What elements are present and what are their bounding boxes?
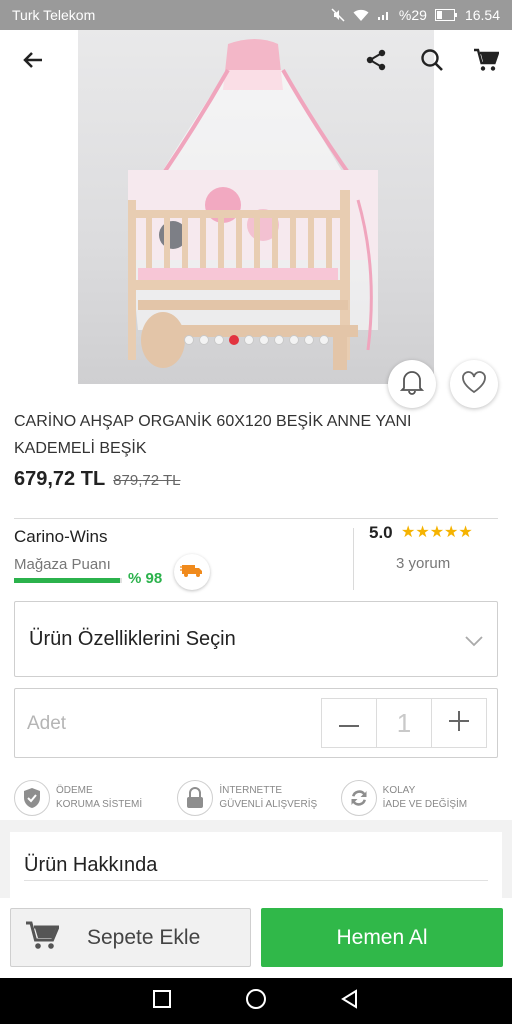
gallery-dot[interactable] [318, 335, 329, 345]
guarantee-easy-return: KOLAY İADE VE DEĞİŞİM [340, 780, 504, 816]
store-score-fill [14, 578, 120, 583]
gallery-dot[interactable] [183, 335, 194, 345]
lock-icon [177, 780, 214, 816]
truck-icon [180, 562, 204, 583]
arrow-left-icon [22, 49, 44, 76]
gallery-dot[interactable] [228, 335, 239, 345]
star-rating-icon: ★★★★★ [401, 524, 473, 541]
back-nav-button[interactable] [338, 988, 362, 1014]
share-button[interactable] [358, 44, 394, 80]
chevron-down-icon [465, 630, 483, 653]
product-title: CARİNO AHŞAP ORGANİK 60X120 BEŞİK ANNE Y… [14, 413, 412, 457]
gallery-dot[interactable] [198, 335, 209, 345]
guarantee-text: KOLAY İADE VE DEĞİŞİM [382, 785, 468, 810]
divider [24, 880, 488, 881]
signal-icon [377, 9, 391, 21]
battery-icon [434, 9, 457, 21]
current-price: 679,72 TL [14, 468, 106, 490]
gallery-dot[interactable] [258, 335, 269, 345]
product-options-select[interactable]: Ürün Özelliklerini Seçin [14, 601, 498, 677]
about-product-section[interactable]: Ürün Hakkında [10, 832, 502, 906]
vertical-divider [353, 528, 354, 590]
product-detail-screen: Turk Telekom %29 16.54 CARİNO AHŞAP ORGA… [0, 0, 512, 1024]
mute-icon [331, 8, 345, 22]
rating-value: 5.0 [369, 523, 393, 542]
cart-button[interactable] [468, 44, 504, 80]
gallery-dot[interactable] [288, 335, 299, 345]
gallery-dot[interactable] [273, 335, 284, 345]
quantity-input[interactable]: 1 [376, 699, 432, 747]
increase-button[interactable] [432, 699, 486, 747]
gallery-dot[interactable] [243, 335, 254, 345]
search-button[interactable] [414, 44, 450, 80]
store-score-label: Mağaza Puanı [14, 556, 111, 573]
refresh-icon [340, 780, 377, 816]
share-icon [364, 48, 388, 77]
quantity-stepper[interactable]: 1 [321, 698, 487, 748]
guarantee-secure-shopping: İNTERNETTE GÜVENLİ ALIŞVERİŞ [177, 780, 340, 816]
home-button[interactable] [244, 988, 268, 1015]
price-row: 679,72 TL 879,72 TL [14, 468, 180, 491]
circle-icon [245, 988, 267, 1015]
about-product-title: Ürün Hakkında [24, 854, 158, 876]
status-icons: %29 16.54 [331, 7, 500, 23]
bottom-action-bar: Sepete Ekle Hemen Al [0, 898, 512, 978]
quantity-label: Adet [27, 713, 67, 734]
triangle-back-icon [340, 988, 360, 1014]
store-score-percent: % 98 [128, 570, 163, 587]
favorite-button[interactable] [450, 360, 498, 408]
heart-icon [461, 370, 487, 399]
seller-name-link[interactable]: Carino-Wins [14, 527, 108, 547]
add-to-cart-label: Sepete Ekle [87, 925, 201, 949]
old-price: 879,72 TL [113, 472, 181, 489]
add-to-cart-button[interactable]: Sepete Ekle [10, 908, 251, 967]
buy-now-button[interactable]: Hemen Al [261, 908, 503, 967]
cart-icon [473, 48, 500, 77]
cart-icon [25, 920, 61, 956]
guarantee-text: İNTERNETTE GÜVENLİ ALIŞVERİŞ [219, 785, 318, 810]
gallery-dot[interactable] [303, 335, 314, 345]
plus-icon [448, 710, 469, 736]
carrier-label: Turk Telekom [12, 7, 96, 23]
clock: 16.54 [464, 7, 500, 23]
square-icon [153, 989, 171, 1013]
shield-check-icon [14, 780, 50, 816]
gallery-dot[interactable] [213, 335, 224, 345]
battery-percent: %29 [398, 7, 427, 23]
recent-apps-button[interactable] [150, 989, 174, 1013]
guarantee-text: ÖDEME KORUMA SİSTEMİ [56, 785, 143, 810]
reviews-link[interactable]: 3 yorum [396, 555, 450, 572]
bell-icon [399, 369, 425, 400]
status-bar: Turk Telekom %29 16.54 [0, 0, 512, 30]
search-icon [420, 48, 444, 77]
free-shipping-badge[interactable] [174, 554, 210, 590]
top-toolbar [0, 30, 512, 94]
guarantee-payment-protection: ÖDEME KORUMA SİSTEMİ [14, 780, 177, 816]
store-score-bar [14, 578, 122, 583]
decrease-button[interactable] [322, 699, 376, 747]
price-alert-button[interactable] [388, 360, 436, 408]
guarantee-strip: ÖDEME KORUMA SİSTEMİ İNTERNETTE GÜVENLİ AL… [14, 780, 504, 816]
system-nav-bar [0, 978, 512, 1024]
gallery-pagination[interactable] [0, 335, 512, 345]
quantity-box: Adet 1 [14, 688, 498, 758]
wifi-icon [353, 9, 369, 22]
minus-icon [339, 714, 360, 732]
select-label: Ürün Özelliklerini Seçin [29, 627, 236, 650]
divider [14, 518, 498, 519]
back-button[interactable] [15, 44, 51, 80]
